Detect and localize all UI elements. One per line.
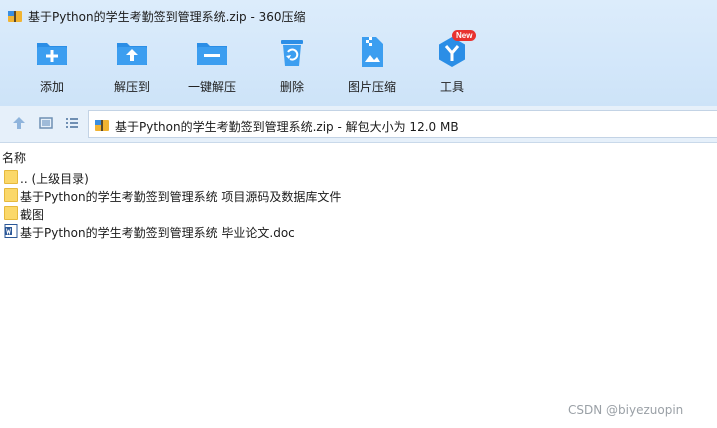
toolbar-tools-label: 工具 [439, 80, 464, 94]
navigation-bar: 基于Python的学生考勤签到管理系统.zip - 解包大小为 12.0 MB [0, 106, 717, 143]
one-click-extract-icon [197, 43, 227, 65]
column-name-label: 名称 [2, 151, 27, 165]
toolbar-extract-to-button[interactable]: 解压到 [108, 34, 156, 95]
window-title: 基于Python的学生考勤签到管理系统.zip - 360压缩 [28, 10, 306, 24]
toolbar-image-compress-label: 图片压缩 [347, 80, 396, 94]
toolbar: 添加 解压到 一键解压 删除 图片压缩 New 工具 [0, 30, 717, 102]
up-arrow-icon[interactable] [11, 115, 27, 131]
window-header: 基于Python的学生考勤签到管理系统.zip - 360压缩 添加 解压到 一… [0, 0, 717, 106]
list-item-label: .. (上级目录) [20, 172, 89, 186]
toolbar-tools-button[interactable]: New 工具 [434, 30, 477, 95]
toolbar-extract-to-label: 解压到 [113, 80, 150, 94]
list-item-screenshots-folder[interactable]: 截图 [0, 204, 717, 222]
address-path: 基于Python的学生考勤签到管理系统.zip - 解包大小为 12.0 MB [115, 120, 459, 134]
archive-file-icon [95, 120, 109, 131]
folder-icon [4, 188, 18, 202]
view-thumbnail-icon[interactable] [38, 115, 54, 131]
toolbar-delete-label: 删除 [279, 80, 304, 94]
watermark: CSDN @biyezuopin [568, 403, 684, 417]
list-item-label: 基于Python的学生考勤签到管理系统 项目源码及数据库文件 [20, 190, 342, 204]
extract-to-icon [117, 43, 147, 65]
address-bar[interactable]: 基于Python的学生考勤签到管理系统.zip - 解包大小为 12.0 MB [88, 110, 717, 138]
title-bar: 基于Python的学生考勤签到管理系统.zip - 360压缩 [0, 0, 717, 30]
toolbar-one-click-extract-label: 一键解压 [187, 80, 236, 94]
folder-icon [4, 170, 18, 184]
column-header-name[interactable]: 名称 [0, 146, 717, 166]
file-list: .. (上级目录) 基于Python的学生考勤签到管理系统 项目源码及数据库文件… [0, 168, 717, 240]
toolbar-image-compress-button[interactable]: 图片压缩 [346, 34, 398, 95]
add-icon [37, 43, 67, 65]
list-item-thesis-doc[interactable]: 基于Python的学生考勤签到管理系统 毕业论文.doc [0, 222, 717, 240]
list-item-label: 截图 [20, 208, 45, 222]
list-item-parent-directory[interactable]: .. (上级目录) [0, 168, 717, 186]
list-item-label: 基于Python的学生考勤签到管理系统 毕业论文.doc [20, 226, 295, 240]
list-item-source-folder[interactable]: 基于Python的学生考勤签到管理系统 项目源码及数据库文件 [0, 186, 717, 204]
toolbar-delete-button[interactable]: 删除 [274, 34, 310, 95]
word-document-icon [4, 224, 18, 238]
toolbar-add-label: 添加 [39, 80, 64, 94]
toolbar-one-click-extract-button[interactable]: 一键解压 [186, 34, 238, 95]
archive-app-icon [8, 11, 22, 22]
view-list-icon[interactable] [64, 115, 80, 131]
folder-icon [4, 206, 18, 220]
new-badge: New [452, 30, 477, 41]
image-compress-icon [362, 37, 383, 67]
delete-icon [281, 40, 303, 66]
toolbar-add-button[interactable]: 添加 [34, 34, 70, 95]
